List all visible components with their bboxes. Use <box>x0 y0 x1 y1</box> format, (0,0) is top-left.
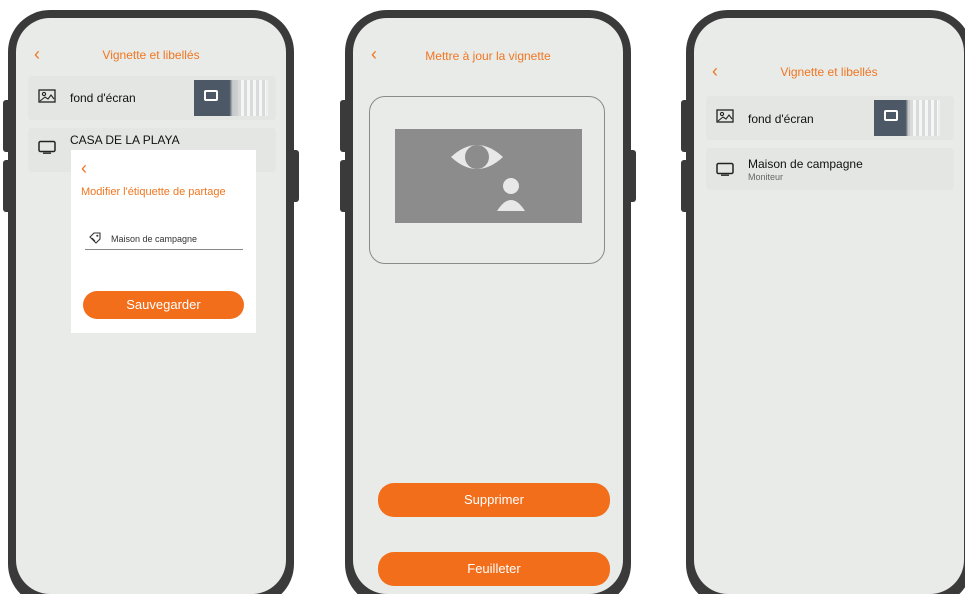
page-title: Mettre à jour la vignette <box>425 49 551 63</box>
label-input[interactable] <box>111 232 241 246</box>
list-item-wallpaper[interactable]: fond d'écran <box>28 76 276 120</box>
row-label: Maison de campagne <box>748 157 863 171</box>
list-item-wallpaper[interactable]: fond d'écran <box>706 96 954 140</box>
row-sublabel: Moniteur <box>748 172 784 182</box>
screen-1: ‹ Vignette et libellés fond d'écran CASA… <box>16 18 286 594</box>
row-label: fond d'écran <box>70 91 136 105</box>
page-title: Vignette et libellés <box>780 65 878 79</box>
private-view-icon <box>451 145 525 211</box>
wallpaper-thumbnail <box>874 100 940 136</box>
phone-2: ‹ Mettre à jour la vignette Supprimer Fe… <box>340 10 636 594</box>
save-button[interactable]: Sauvegarder <box>83 291 244 319</box>
dialog-back-button[interactable]: ‹ <box>81 159 87 177</box>
list-item-device[interactable]: Maison de campagne Moniteur <box>706 148 954 190</box>
phone-3: ‹ Vignette et libellés fond d'écran Mais… <box>681 10 965 594</box>
page-title: Vignette et libellés <box>102 48 200 62</box>
thumbnail-preview <box>395 129 582 223</box>
screen-3: ‹ Vignette et libellés fond d'écran Mais… <box>694 18 964 594</box>
phone-1: ‹ Vignette et libellés fond d'écran CASA… <box>3 10 299 594</box>
tag-icon <box>89 232 101 244</box>
screen-2: ‹ Mettre à jour la vignette Supprimer Fe… <box>353 18 623 594</box>
dialog-title: Modifier l'étiquette de partage <box>81 186 226 198</box>
delete-button[interactable]: Supprimer <box>378 483 610 517</box>
wallpaper-thumbnail <box>194 80 268 116</box>
monitor-icon <box>716 162 734 176</box>
tv-icon <box>204 90 218 101</box>
image-icon <box>38 89 56 103</box>
browse-button[interactable]: Feuilleter <box>378 552 610 586</box>
row-label: fond d'écran <box>748 112 814 126</box>
label-field <box>85 230 243 250</box>
monitor-icon <box>38 140 56 154</box>
tv-icon <box>884 110 898 121</box>
edit-label-dialog: ‹ Modifier l'étiquette de partage Sauveg… <box>71 150 256 333</box>
thumbnail-preview-frame <box>369 96 605 264</box>
image-icon <box>716 109 734 123</box>
row-label: CASA DE LA PLAYA <box>70 133 180 147</box>
